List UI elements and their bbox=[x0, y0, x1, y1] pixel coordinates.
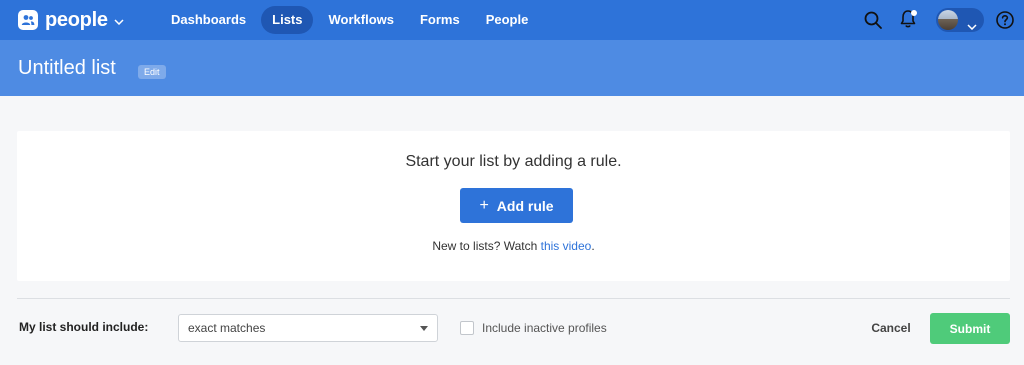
include-inactive-label[interactable]: Include inactive profiles bbox=[482, 321, 607, 335]
nav-item-lists[interactable]: Lists bbox=[261, 6, 314, 34]
nav-item-people[interactable]: People bbox=[475, 6, 540, 34]
help-text-prefix: New to lists? Watch bbox=[432, 239, 541, 253]
page-header: Untitled list Edit bbox=[0, 40, 1024, 96]
match-type-value: exact matches bbox=[188, 321, 266, 335]
nav-item-workflows[interactable]: Workflows bbox=[317, 6, 405, 34]
plus-icon: + bbox=[479, 196, 489, 214]
avatar bbox=[938, 10, 958, 30]
top-nav-bar: people Dashboards Lists Workflows Forms … bbox=[0, 0, 1024, 40]
edit-title-button[interactable]: Edit bbox=[138, 65, 166, 79]
submit-button[interactable]: Submit bbox=[930, 313, 1010, 344]
chevron-down-icon bbox=[967, 17, 977, 35]
help-text-suffix: . bbox=[591, 239, 595, 253]
caret-down-icon bbox=[420, 326, 428, 331]
page-title: Untitled list bbox=[18, 57, 116, 79]
user-menu[interactable] bbox=[936, 8, 984, 32]
search-icon[interactable] bbox=[863, 10, 883, 35]
include-inactive-checkbox[interactable] bbox=[460, 321, 474, 335]
help-text: New to lists? Watch this video. bbox=[17, 239, 1010, 253]
video-link[interactable]: this video bbox=[541, 239, 592, 253]
add-rule-label: Add rule bbox=[496, 197, 554, 214]
include-label: My list should include: bbox=[19, 320, 149, 334]
add-rule-button[interactable]: + Add rule bbox=[460, 188, 573, 223]
main-nav: Dashboards Lists Workflows Forms People bbox=[160, 6, 543, 34]
chevron-down-icon bbox=[114, 12, 124, 30]
nav-item-dashboards[interactable]: Dashboards bbox=[160, 6, 257, 34]
people-logo-icon bbox=[18, 10, 38, 30]
notification-dot bbox=[911, 10, 917, 16]
app-name: people bbox=[45, 9, 108, 31]
help-icon[interactable] bbox=[995, 10, 1015, 35]
divider bbox=[17, 298, 1010, 299]
match-type-select[interactable]: exact matches bbox=[178, 314, 438, 342]
empty-state-heading: Start your list by adding a rule. bbox=[405, 153, 622, 170]
cancel-button[interactable]: Cancel bbox=[862, 313, 920, 343]
bell-icon[interactable] bbox=[898, 8, 920, 35]
rules-empty-state: Start your list by adding a rule. + Add … bbox=[17, 131, 1010, 281]
nav-item-forms[interactable]: Forms bbox=[409, 6, 471, 34]
app-switcher[interactable]: people bbox=[18, 9, 124, 31]
